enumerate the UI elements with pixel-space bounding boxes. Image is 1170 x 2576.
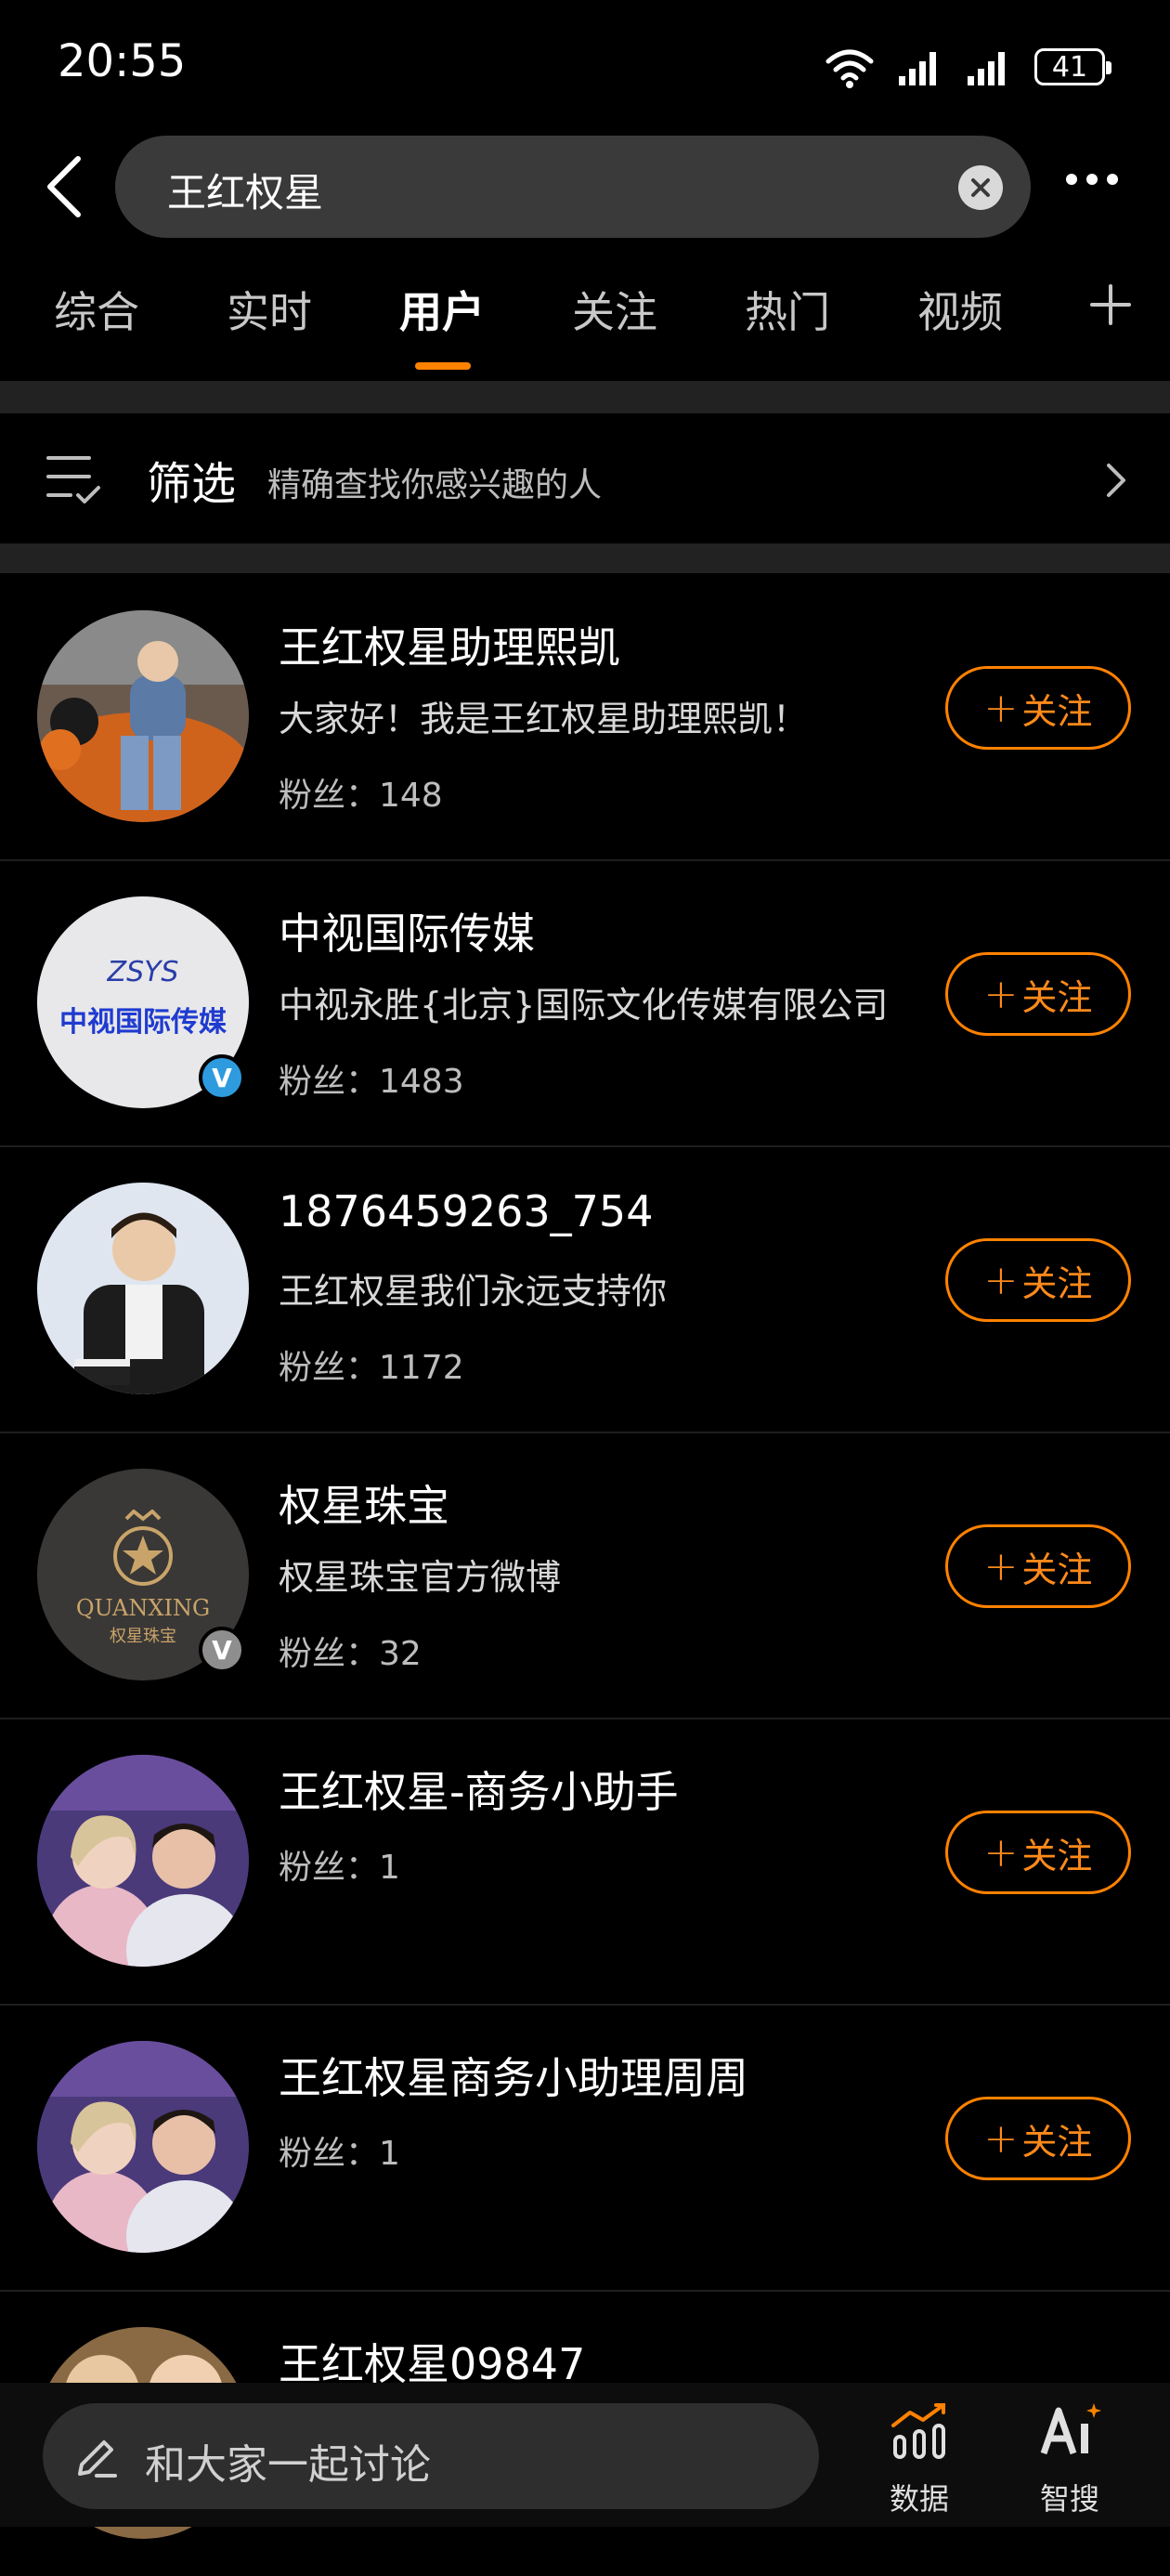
clear-search-button[interactable] xyxy=(958,165,1003,210)
comment-placeholder: 和大家一起讨论 xyxy=(145,2441,431,2489)
user-fans: 粉丝：1 xyxy=(279,2135,400,2173)
add-tab-button[interactable] xyxy=(1086,275,1135,344)
search-input[interactable]: 王红权星 xyxy=(115,136,1031,238)
user-name[interactable]: 王红权星助理熙凯 xyxy=(279,614,620,675)
user-row[interactable]: 王红权星-商务小助手 粉丝：1 + 关注 xyxy=(0,1718,1170,2006)
divider xyxy=(0,543,1170,573)
crown-star-icon xyxy=(113,1510,173,1586)
tab-following[interactable]: 关注 xyxy=(572,279,657,340)
avatar[interactable] xyxy=(37,610,249,822)
data-button[interactable]: 数据 xyxy=(882,2394,956,2517)
user-fans: 粉丝：1483 xyxy=(279,1063,464,1101)
follow-label: 关注 xyxy=(1021,976,1093,1018)
plus-icon: + xyxy=(983,970,1019,1018)
chart-icon xyxy=(891,2403,945,2459)
plus-icon xyxy=(1090,284,1131,325)
tab-bar: 综合 实时 用户 关注 热门 视频 xyxy=(0,279,1170,381)
follow-label: 关注 xyxy=(1021,1835,1093,1876)
user-row[interactable]: 王红权星助理熙凯 大家好！我是王红权星助理熙凯！ 粉丝：148 + 关注 xyxy=(0,573,1170,861)
tab-hot[interactable]: 热门 xyxy=(745,279,830,340)
plus-icon: + xyxy=(983,2114,1019,2163)
tab-video[interactable]: 视频 xyxy=(917,279,1003,340)
divider xyxy=(0,381,1170,413)
user-row[interactable]: ZSYS 中视国际传媒 V 中视国际传媒 中视永胜{北京}国际文化传媒有限公司 … xyxy=(0,859,1170,1147)
plus-icon: + xyxy=(983,1542,1019,1590)
search-query: 王红权星 xyxy=(167,170,324,216)
status-time: 20:55 xyxy=(58,35,187,87)
verified-badge-icon: V xyxy=(199,1627,245,1673)
data-label: 数据 xyxy=(890,2481,950,2517)
user-description: 王红权星我们永远支持你 xyxy=(279,1271,668,1312)
close-icon xyxy=(971,178,990,197)
follow-label: 关注 xyxy=(1021,1262,1093,1304)
tab-all[interactable]: 综合 xyxy=(54,279,139,340)
follow-button[interactable]: + 关注 xyxy=(945,1811,1131,1894)
chevron-left-icon xyxy=(47,156,81,217)
tab-realtime[interactable]: 实时 xyxy=(227,279,312,340)
avatar[interactable] xyxy=(37,1183,249,1394)
more-dot-icon xyxy=(1086,174,1098,185)
avatar-logo-text: QUANXING xyxy=(75,1595,211,1621)
battery-icon: 41 xyxy=(1034,48,1112,85)
ai-search-button[interactable]: 智搜 xyxy=(1034,2394,1109,2517)
signal-icon-2 xyxy=(968,52,1005,85)
follow-button[interactable]: + 关注 xyxy=(945,952,1131,1036)
chevron-right-icon xyxy=(1107,464,1125,497)
verified-badge-icon: V xyxy=(199,1054,245,1101)
pencil-icon xyxy=(78,2440,117,2478)
user-description: 中视永胜{北京}国际文化传媒有限公司 xyxy=(279,985,889,1026)
follow-button[interactable]: + 关注 xyxy=(945,2097,1131,2180)
user-fans: 粉丝：1172 xyxy=(279,1349,464,1387)
filter-row[interactable]: 筛选 精确查找你感兴趣的人 xyxy=(0,413,1170,543)
ai-search-label: 智搜 xyxy=(1040,2481,1100,2517)
avatar[interactable] xyxy=(37,1755,249,1967)
active-tab-indicator xyxy=(415,362,471,370)
tab-users[interactable]: 用户 xyxy=(399,279,485,340)
plus-icon: + xyxy=(983,1256,1019,1304)
follow-label: 关注 xyxy=(1021,2121,1093,2163)
user-fans: 粉丝：32 xyxy=(279,1635,422,1673)
user-row[interactable]: 1876459263_754 王红权星我们永远支持你 粉丝：1172 + 关注 xyxy=(0,1145,1170,1433)
user-description: 权星珠宝官方微博 xyxy=(279,1557,562,1598)
avatar-photo xyxy=(37,1755,249,1967)
user-row[interactable]: QUANXING 权星珠宝 V 权星珠宝 权星珠宝官方微博 粉丝：32 + 关注 xyxy=(0,1432,1170,1720)
wifi-icon xyxy=(826,49,874,88)
user-name[interactable]: 权星珠宝 xyxy=(279,1472,449,1534)
follow-button[interactable]: + 关注 xyxy=(945,666,1131,750)
filter-label: 筛选 xyxy=(147,458,237,510)
more-dot-icon xyxy=(1107,174,1118,185)
filter-description: 精确查找你感兴趣的人 xyxy=(267,466,603,504)
signal-icon-1 xyxy=(899,52,936,85)
status-icons: 41 xyxy=(823,41,1112,93)
more-options-button[interactable] xyxy=(1066,171,1133,204)
user-name[interactable]: 1876459263_754 xyxy=(279,1186,653,1236)
user-row[interactable]: 王红权星商务小助理周周 粉丝：1 + 关注 xyxy=(0,2004,1170,2292)
follow-label: 关注 xyxy=(1021,690,1093,732)
follow-button[interactable]: + 关注 xyxy=(945,1238,1131,1322)
ai-icon xyxy=(1040,2403,1101,2455)
avatar-logo-script: ZSYS xyxy=(107,956,179,988)
comment-input[interactable]: 和大家一起讨论 xyxy=(43,2403,819,2509)
user-description: 大家好！我是王红权星助理熙凯！ xyxy=(279,699,809,739)
back-button[interactable] xyxy=(37,153,93,220)
user-name[interactable]: 中视国际传媒 xyxy=(279,900,535,961)
plus-icon: + xyxy=(983,684,1019,732)
follow-button[interactable]: + 关注 xyxy=(945,1524,1131,1608)
follow-label: 关注 xyxy=(1021,1549,1093,1590)
user-fans: 粉丝：1 xyxy=(279,1849,400,1887)
plus-icon: + xyxy=(983,1828,1019,1876)
avatar-photo xyxy=(37,2041,249,2253)
more-dot-icon xyxy=(1066,174,1077,185)
avatar-photo xyxy=(37,1183,249,1394)
user-name[interactable]: 王红权星-商务小助手 xyxy=(279,1759,679,1820)
bottom-bar: 和大家一起讨论 数据 智搜 xyxy=(0,2383,1170,2527)
user-fans: 粉丝：148 xyxy=(279,777,443,815)
user-name[interactable]: 王红权星商务小助理周周 xyxy=(279,2045,748,2106)
avatar-photo xyxy=(37,610,249,822)
filter-icon xyxy=(46,456,100,503)
avatar[interactable] xyxy=(37,2041,249,2253)
avatar-logo-text: 中视国际传媒 xyxy=(59,1006,227,1039)
